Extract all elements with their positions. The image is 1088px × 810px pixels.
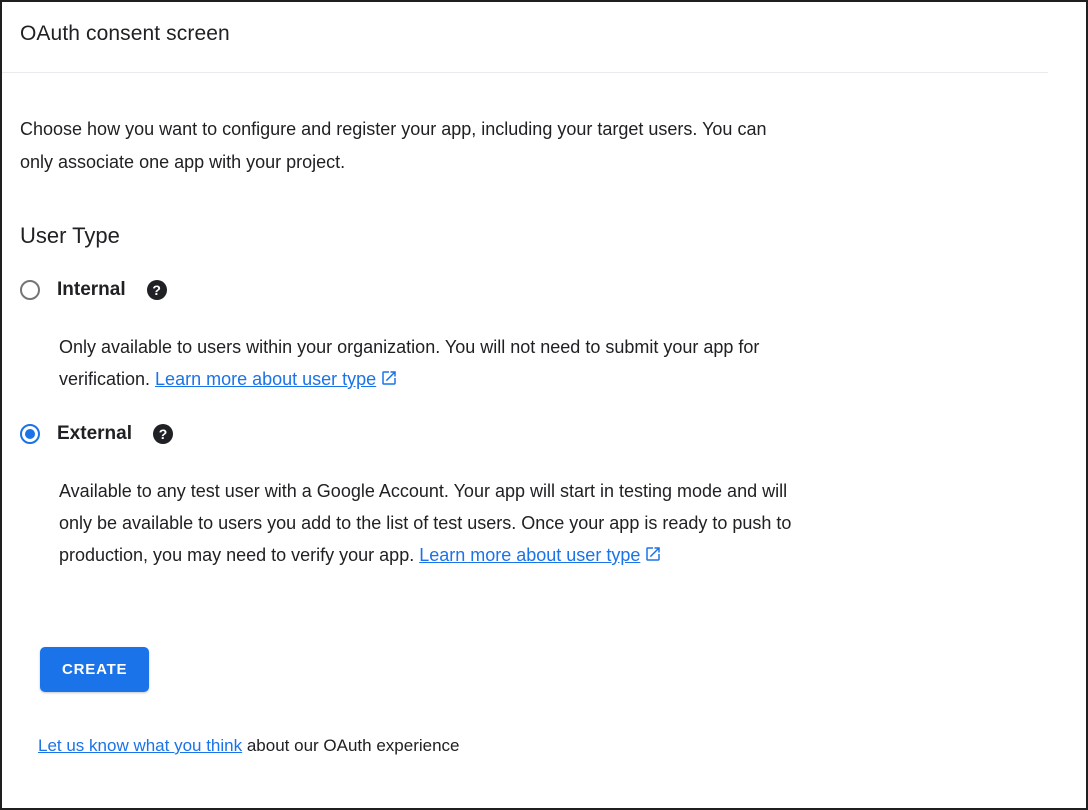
option-label-internal: Internal: [57, 279, 126, 301]
help-icon-external[interactable]: ?: [153, 424, 173, 444]
feedback-rest-text: about our OAuth experience: [242, 736, 459, 755]
option-row-internal[interactable]: Internal ?: [20, 279, 1068, 301]
learn-more-link-internal-label: Learn more about user type: [155, 369, 376, 389]
learn-more-link-internal[interactable]: Learn more about user type: [155, 369, 398, 389]
radio-internal[interactable]: [20, 280, 40, 300]
oauth-consent-page: OAuth consent screen Choose how you want…: [0, 0, 1088, 810]
learn-more-link-external[interactable]: Learn more about user type: [419, 545, 662, 565]
intro-text: Choose how you want to configure and reg…: [20, 113, 790, 179]
help-icon-internal[interactable]: ?: [147, 280, 167, 300]
open-in-new-icon: [380, 365, 398, 397]
main-content: Choose how you want to configure and reg…: [2, 73, 1086, 756]
radio-external[interactable]: [20, 424, 40, 444]
option-desc-external: Available to any test user with a Google…: [59, 475, 821, 573]
open-in-new-icon: [644, 541, 662, 573]
option-desc-internal: Only available to users within your orga…: [59, 331, 804, 397]
feedback-link[interactable]: Let us know what you think: [38, 736, 242, 755]
user-type-heading: User Type: [20, 223, 1068, 249]
create-button[interactable]: CREATE: [40, 647, 149, 692]
feedback-footer: Let us know what you think about our OAu…: [38, 736, 1068, 756]
option-row-external[interactable]: External ?: [20, 423, 1068, 445]
learn-more-link-external-label: Learn more about user type: [419, 545, 640, 565]
option-label-external: External: [57, 423, 132, 445]
page-header: OAuth consent screen: [2, 2, 1086, 72]
page-title: OAuth consent screen: [20, 22, 1068, 46]
